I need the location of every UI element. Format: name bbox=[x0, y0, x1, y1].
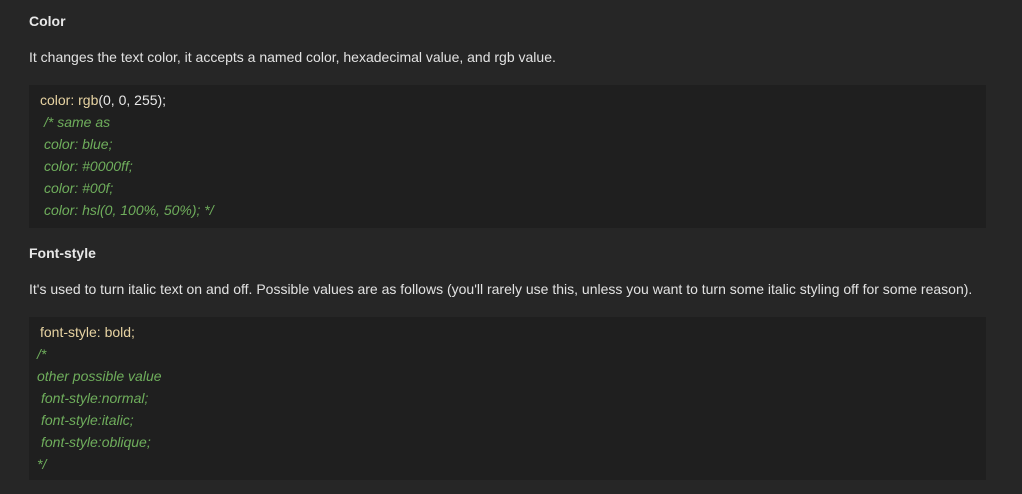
code-comment-line: color: hsl(0, 100%, 50%); */ bbox=[44, 202, 214, 218]
code-comment-line: */ bbox=[37, 456, 47, 472]
code-arguments: (0, 0, 255); bbox=[98, 92, 167, 108]
code-declaration: color: rgb(0, 0, 255); bbox=[40, 91, 166, 109]
code-comment-line: color: #00f; bbox=[44, 180, 114, 196]
code-comment-line: /* bbox=[37, 346, 47, 362]
section-description-font-style: It's used to turn italic text on and off… bbox=[29, 281, 973, 297]
code-comment-line: color: blue; bbox=[44, 136, 113, 152]
code-property: color: rgb bbox=[40, 92, 99, 108]
article-page: Color It changes the text color, it acce… bbox=[0, 0, 1022, 494]
code-comment-line: other possible value bbox=[37, 368, 162, 384]
code-comment-line: color: #0000ff; bbox=[44, 158, 133, 174]
code-comment-line: font-style:oblique; bbox=[41, 434, 151, 450]
section-description-color: It changes the text color, it accepts a … bbox=[29, 49, 556, 65]
code-comment-line: /* same as bbox=[44, 114, 111, 130]
code-block-font-style: font-style: bold; /* other possible valu… bbox=[29, 317, 986, 480]
section-heading-color: Color bbox=[29, 13, 66, 29]
code-comment-line: font-style:italic; bbox=[41, 412, 134, 428]
code-block-color: color: rgb(0, 0, 255); /* same as color:… bbox=[29, 85, 986, 228]
section-heading-font-style: Font-style bbox=[29, 245, 96, 261]
code-comment-line: font-style:normal; bbox=[41, 390, 149, 406]
code-declaration: font-style: bold; bbox=[40, 324, 135, 340]
